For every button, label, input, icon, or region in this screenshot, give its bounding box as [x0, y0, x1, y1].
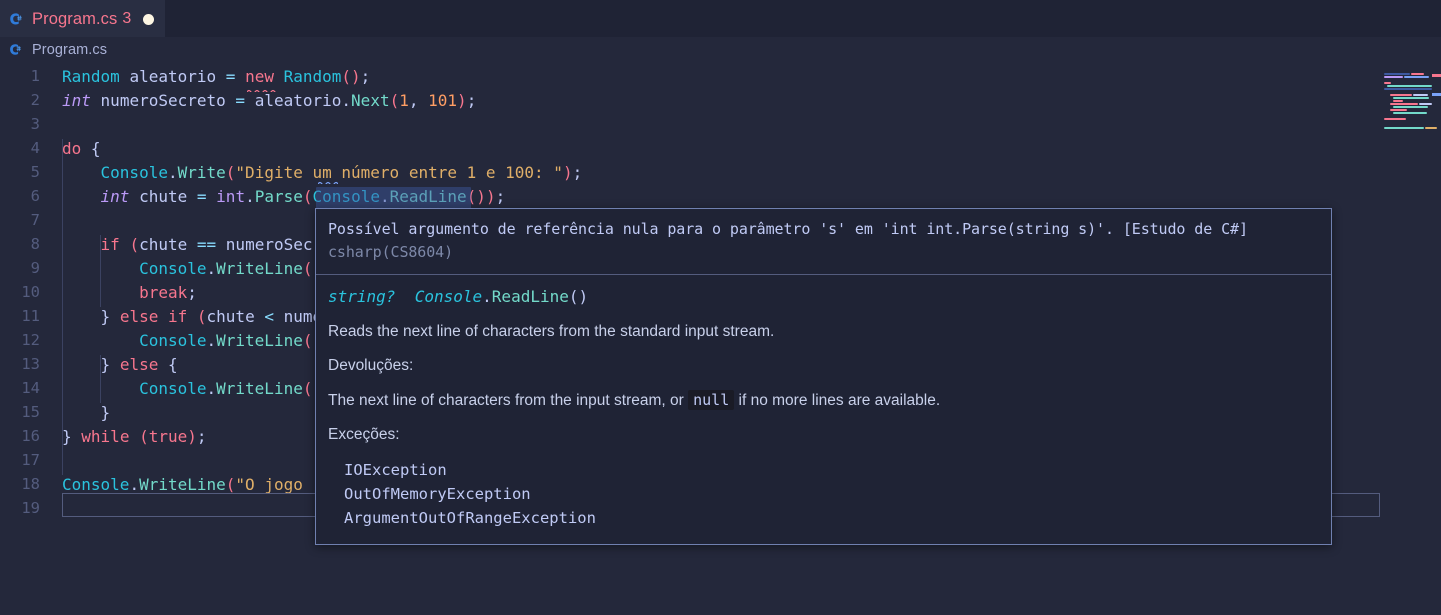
hover-returns-label: Devoluções: [328, 357, 414, 374]
unsaved-changes-dot-icon[interactable] [143, 13, 155, 25]
hover-exceptions-label: Exceções: [328, 426, 400, 443]
line-number: 11 [21, 307, 40, 325]
exception-item: OutOfMemoryException [344, 485, 531, 503]
returns-inline-code: null [688, 390, 735, 410]
hover-summary: Reads the next line of characters from t… [328, 323, 775, 340]
hover-documentation-section: string? Console.ReadLine() Reads the nex… [316, 275, 1331, 544]
line-number: 3 [30, 115, 40, 133]
code-line-15[interactable]: } [62, 403, 111, 422]
returns-text-before: The next line of characters from the inp… [328, 392, 684, 409]
hover-exceptions-list: IOException OutOfMemoryException Argumen… [328, 458, 1319, 530]
signature-owner: Console [414, 287, 483, 306]
exception-item: IOException [344, 461, 447, 479]
code-line-4[interactable]: do { [62, 139, 101, 158]
editor-tab-error-count: 3 [122, 10, 132, 27]
editor-tab-bar: Program.cs 3 [0, 0, 1441, 37]
diagnostic-code[interactable]: csharp(CS8604) [328, 243, 453, 261]
overview-ruler[interactable] [1432, 63, 1441, 615]
line-number: 9 [30, 259, 40, 277]
signature-member: ReadLine [491, 287, 569, 306]
code-line-5[interactable]: Console.Write("Digite um número entre 1 … [62, 163, 583, 182]
info-squiggle [318, 181, 338, 184]
returns-text-after: if no more lines are available. [738, 392, 941, 409]
line-number: 1 [30, 67, 40, 85]
line-number: 4 [30, 139, 40, 157]
code-line-1[interactable]: Random aleatorio = new Random(); [62, 67, 370, 86]
line-number: 6 [30, 187, 40, 205]
line-number: 10 [21, 283, 40, 301]
hover-tooltip[interactable]: Possível argumento de referência nula pa… [315, 208, 1332, 545]
tab-bar-empty-space [165, 0, 1441, 37]
signature-return-type: string? [328, 287, 396, 306]
code-line-10[interactable]: break; [62, 283, 197, 302]
line-number: 8 [30, 235, 40, 253]
code-line-2[interactable]: int numeroSecreto = aleatorio.Next(1, 10… [62, 91, 476, 110]
code-line-16[interactable]: } while (true); [62, 427, 207, 446]
code-line-9[interactable]: Console.WriteLine( [62, 259, 312, 278]
ruler-error-mark [1432, 74, 1441, 77]
ruler-warning-mark [1432, 93, 1441, 96]
line-number: 2 [30, 91, 40, 109]
hover-diagnostic-text: Possível argumento de referência nula pa… [328, 218, 1319, 264]
line-number: 7 [30, 211, 40, 229]
line-number: 18 [21, 475, 40, 493]
breadcrumb-item-file[interactable]: Program.cs [32, 42, 107, 58]
line-number: 19 [21, 499, 40, 517]
diagnostic-message: Possível argumento de referência nula pa… [328, 220, 1248, 238]
line-number: 12 [21, 331, 40, 349]
code-line-18[interactable]: Console.WriteLine("O jogo [62, 475, 303, 494]
exception-item: ArgumentOutOfRangeException [344, 509, 596, 527]
hover-signature: string? Console.ReadLine() [328, 286, 1319, 308]
line-number: 15 [21, 403, 40, 421]
line-number: 5 [30, 163, 40, 181]
line-number: 13 [21, 355, 40, 373]
hover-body: Reads the next line of characters from t… [328, 321, 1319, 530]
hover-returns-text: The next line of characters from the inp… [328, 389, 1319, 412]
signature-dot: . [482, 287, 492, 306]
csharp-file-icon [8, 11, 25, 28]
code-line-14[interactable]: Console.WriteLine( [62, 379, 312, 398]
code-line-13[interactable]: } else { [62, 355, 178, 374]
line-number: 14 [21, 379, 40, 397]
editor-tab-program-cs[interactable]: Program.cs 3 [0, 0, 166, 37]
breadcrumb[interactable]: Program.cs [0, 37, 1441, 63]
csharp-file-icon [8, 42, 24, 58]
hover-diagnostic-section: Possível argumento de referência nula pa… [316, 209, 1331, 274]
line-number: 16 [21, 427, 40, 445]
code-line-12[interactable]: Console.WriteLine( [62, 331, 312, 350]
editor-tab-label: Program.cs [32, 9, 118, 28]
line-number: 17 [21, 451, 40, 469]
signature-params: () [568, 287, 589, 306]
